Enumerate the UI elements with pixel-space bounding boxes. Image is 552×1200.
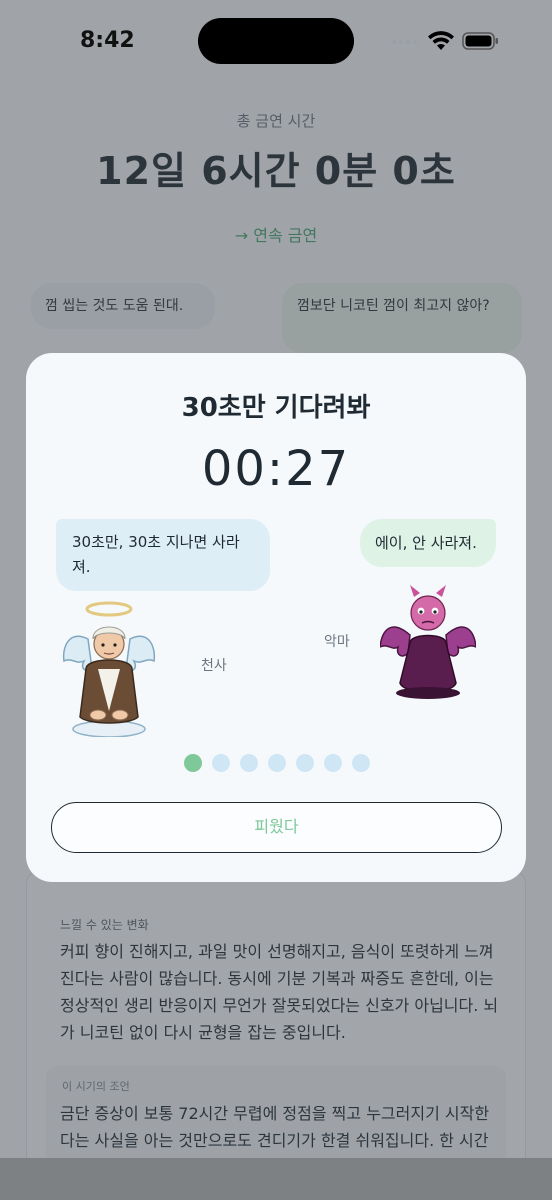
- progress-dot: [212, 754, 230, 772]
- progress-dot: [184, 754, 202, 772]
- progress-dots: [184, 754, 370, 772]
- devil-name-label: 악마: [324, 634, 350, 650]
- devil-speech-bubble: 에이, 안 사라져.: [360, 519, 496, 567]
- angel-name-label: 천사: [201, 658, 227, 674]
- battery-icon: [462, 32, 498, 50]
- wait-modal: 30초만 기다려봐 00:27 30초만, 30초 지나면 사라져. 에이, 안…: [26, 353, 526, 882]
- wifi-icon: [428, 31, 454, 50]
- signal-icon: [392, 40, 417, 44]
- dynamic-island: [198, 18, 354, 64]
- angel-speech-bubble: 30초만, 30초 지나면 사라져.: [56, 519, 270, 591]
- angel-illustration: [62, 601, 156, 737]
- progress-dot: [296, 754, 314, 772]
- progress-dot: [268, 754, 286, 772]
- progress-dot: [324, 754, 342, 772]
- countdown-timer: 00:27: [201, 441, 351, 497]
- devil-illustration: [380, 585, 476, 699]
- status-time: 8:42: [80, 28, 135, 53]
- progress-dot: [352, 754, 370, 772]
- smoked-button[interactable]: 피웠다: [51, 802, 502, 853]
- status-bar: 8:42: [0, 0, 552, 82]
- progress-dot: [240, 754, 258, 772]
- modal-title: 30초만 기다려봐: [181, 393, 371, 423]
- bottom-bar: [0, 1158, 552, 1200]
